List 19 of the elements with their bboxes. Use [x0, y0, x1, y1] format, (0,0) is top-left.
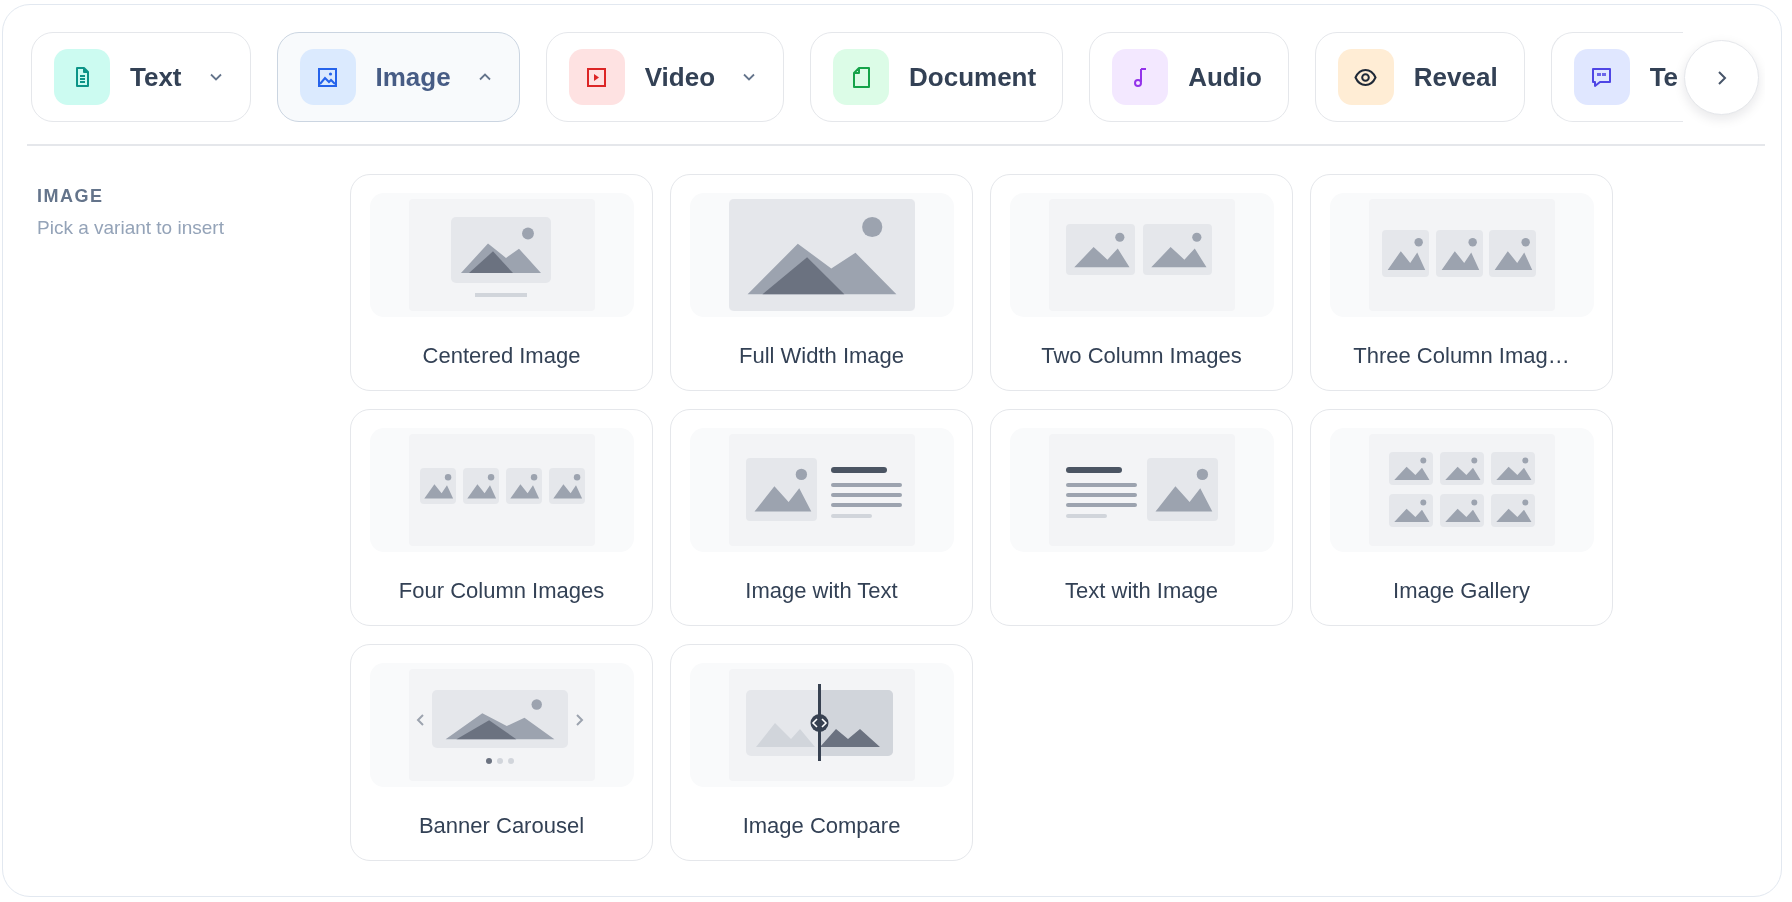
variant-card[interactable]: Three Column Imag…: [1310, 173, 1613, 391]
category-tab[interactable]: Reveal: [1314, 32, 1525, 122]
variant-card[interactable]: Four Column Images: [350, 408, 653, 626]
category-tab[interactable]: Audio: [1089, 32, 1289, 122]
category-tab[interactable]: Image: [276, 32, 520, 122]
variant-card[interactable]: Two Column Images: [990, 173, 1293, 391]
category-tab[interactable]: Video: [545, 32, 784, 122]
section-title: IMAGE: [37, 185, 105, 207]
variant-card[interactable]: Image Gallery: [1310, 408, 1613, 626]
section-subtitle: Pick a variant to insert: [37, 216, 225, 239]
category-tab[interactable]: Te: [1550, 32, 1683, 122]
category-tab[interactable]: Text: [31, 32, 251, 122]
category-tab[interactable]: Document: [810, 32, 1064, 122]
variant-card[interactable]: Image Compare: [670, 643, 973, 861]
variant-card[interactable]: Image with Text: [670, 408, 973, 626]
variant-card[interactable]: Full Width Image: [670, 173, 973, 391]
variant-card[interactable]: Centered Image: [350, 173, 653, 391]
variant-card[interactable]: Text with Image: [990, 408, 1293, 626]
variant-card[interactable]: Banner Carousel: [350, 643, 653, 861]
